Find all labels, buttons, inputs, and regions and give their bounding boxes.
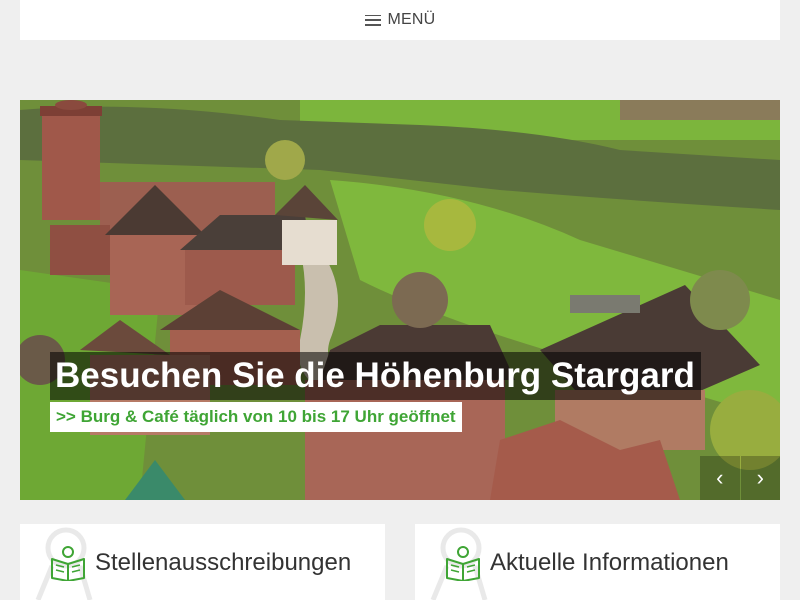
slider-next-button[interactable]: › xyxy=(740,456,780,500)
chevron-right-icon[interactable]: › xyxy=(757,465,764,491)
hero-subtitle-link[interactable]: >> Burg & Café täglich von 10 bis 17 Uhr… xyxy=(50,402,462,432)
card-job-postings[interactable]: Stellenausschreibungen xyxy=(20,524,385,600)
card-current-information[interactable]: Aktuelle Informationen xyxy=(415,524,780,600)
book-reader-icon xyxy=(446,546,480,581)
hero-image-castle xyxy=(20,100,780,500)
hero-title: Besuchen Sie die Höhenburg Stargard xyxy=(50,352,701,400)
chevron-left-icon[interactable]: ‹ xyxy=(716,465,723,491)
card-title[interactable]: Stellenausschreibungen xyxy=(95,549,351,577)
book-reader-icon xyxy=(51,546,85,581)
hero-caption: Besuchen Sie die Höhenburg Stargard >> B… xyxy=(50,352,701,432)
hero-slider[interactable]: Besuchen Sie die Höhenburg Stargard >> B… xyxy=(20,100,780,500)
card-title[interactable]: Aktuelle Informationen xyxy=(490,549,729,577)
menu-label[interactable]: MENÜ xyxy=(388,11,436,29)
slider-prev-button[interactable]: ‹ xyxy=(700,456,740,500)
slider-navigation: ‹ › xyxy=(700,456,780,500)
menu-button[interactable]: MENÜ xyxy=(364,11,436,29)
hamburger-icon[interactable] xyxy=(364,14,381,26)
top-navigation-bar: MENÜ xyxy=(20,0,780,40)
